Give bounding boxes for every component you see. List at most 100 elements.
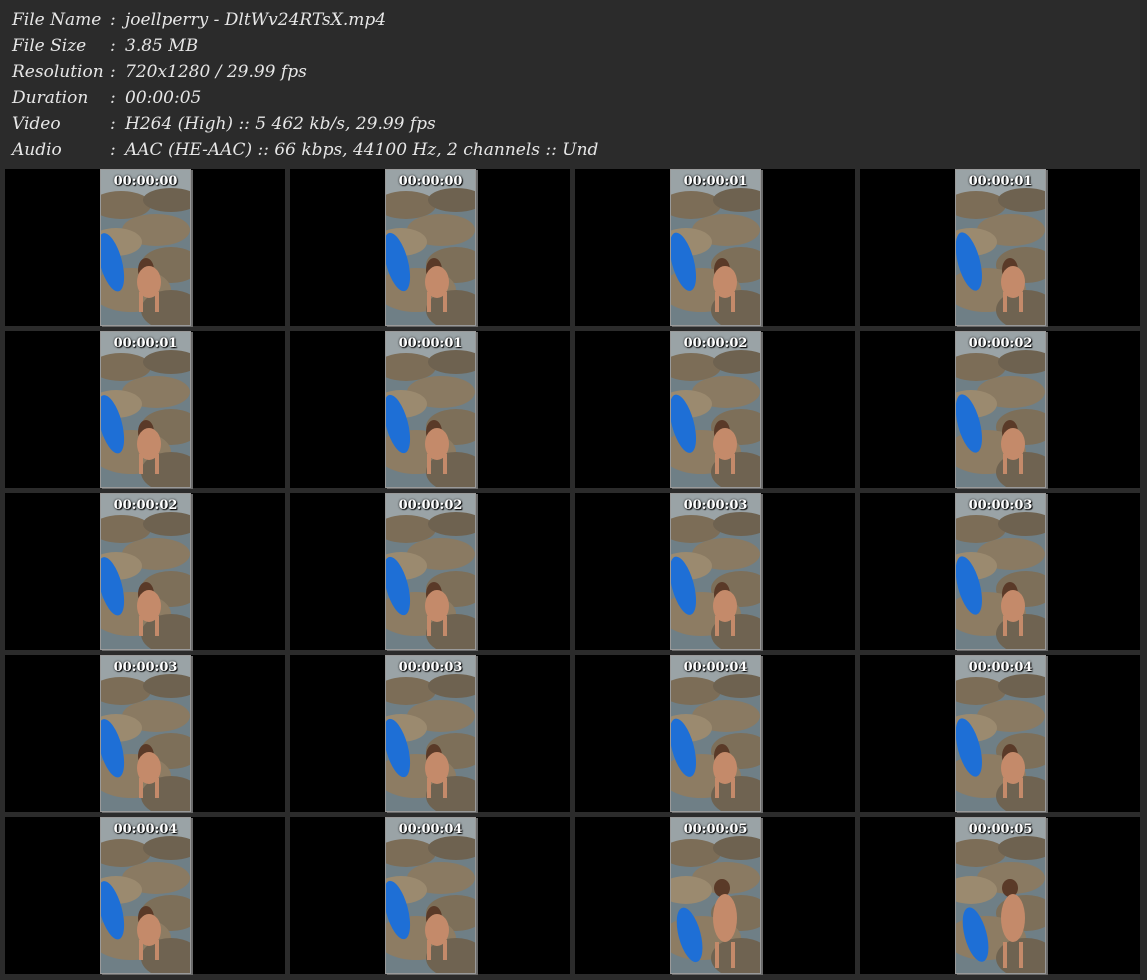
thumbnail-cell: 00:00:00: [5, 169, 285, 326]
timestamp-label: 00:00:04: [398, 822, 463, 837]
thumbnail-cell: 00:00:02: [860, 331, 1140, 488]
video-frame-image: [671, 818, 760, 973]
thumbnail-grid: 00:00:00 00:00:00 00:00:01 00:00:01 00:0…: [5, 169, 1142, 978]
timestamp-label: 00:00:03: [398, 660, 463, 675]
thumbnail-frame: 00:00:03: [385, 655, 476, 812]
thumbnail-frame: 00:00:04: [100, 817, 191, 974]
video-frame-image: [956, 818, 1045, 973]
video-frame-image: [386, 494, 475, 649]
thumbnail-cell: 00:00:02: [575, 331, 855, 488]
thumbnail-frame: 00:00:04: [385, 817, 476, 974]
timestamp-label: 00:00:03: [683, 498, 748, 513]
timestamp-label: 00:00:05: [968, 822, 1033, 837]
video-frame-image: [101, 818, 190, 973]
video-frame-image: [671, 332, 760, 487]
video-frame-image: [956, 170, 1045, 325]
info-separator: :: [110, 88, 116, 108]
video-frame-image: [956, 656, 1045, 811]
thumbnail-frame: 00:00:03: [100, 655, 191, 812]
info-key: Resolution: [12, 62, 104, 82]
thumbnail-cell: 00:00:05: [860, 817, 1140, 974]
thumbnail-cell: 00:00:03: [5, 655, 285, 812]
timestamp-label: 00:00:04: [113, 822, 178, 837]
video-frame-image: [101, 332, 190, 487]
info-separator: :: [110, 10, 116, 30]
info-key: Video: [12, 114, 61, 134]
thumbnail-frame: 00:00:02: [670, 331, 761, 488]
thumbnail-cell: 00:00:03: [290, 655, 570, 812]
thumbnail-cell: 00:00:01: [860, 169, 1140, 326]
timestamp-label: 00:00:02: [683, 336, 748, 351]
thumbnail-frame: 00:00:02: [385, 493, 476, 650]
file-info-panel: File Name: joellperry - DltWv24RTsX.mp4 Fi…: [0, 0, 1147, 168]
video-frame-image: [386, 332, 475, 487]
timestamp-label: 00:00:01: [968, 174, 1033, 189]
info-value: AAC (HE-AAC) :: 66 kbps, 44100 Hz, 2 cha…: [125, 140, 599, 160]
thumbnail-cell: 00:00:05: [575, 817, 855, 974]
thumbnail-cell: 00:00:00: [290, 169, 570, 326]
thumbnail-cell: 00:00:04: [5, 817, 285, 974]
info-separator: :: [110, 114, 116, 134]
video-frame-image: [671, 494, 760, 649]
thumbnail-frame: 00:00:01: [385, 331, 476, 488]
thumbnail-frame: 00:00:05: [670, 817, 761, 974]
thumbnail-cell: 00:00:03: [575, 493, 855, 650]
thumbnail-cell: 00:00:02: [5, 493, 285, 650]
timestamp-label: 00:00:02: [113, 498, 178, 513]
info-value: 720x1280 / 29.99 fps: [125, 62, 307, 82]
thumbnail-cell: 00:00:04: [290, 817, 570, 974]
timestamp-label: 00:00:01: [398, 336, 463, 351]
timestamp-label: 00:00:03: [113, 660, 178, 675]
video-frame-image: [956, 332, 1045, 487]
thumbnail-frame: 00:00:01: [670, 169, 761, 326]
thumbnail-cell: 00:00:04: [860, 655, 1140, 812]
timestamp-label: 00:00:01: [683, 174, 748, 189]
thumbnail-frame: 00:00:02: [955, 331, 1046, 488]
thumbnail-cell: 00:00:04: [575, 655, 855, 812]
timestamp-label: 00:00:02: [398, 498, 463, 513]
thumbnail-frame: 00:00:00: [100, 169, 191, 326]
info-key: Audio: [12, 140, 62, 160]
timestamp-label: 00:00:02: [968, 336, 1033, 351]
video-frame-image: [386, 818, 475, 973]
info-value: 3.85 MB: [125, 36, 199, 56]
thumbnail-frame: 00:00:01: [100, 331, 191, 488]
video-frame-image: [101, 656, 190, 811]
timestamp-label: 00:00:03: [968, 498, 1033, 513]
thumbnail-cell: 00:00:01: [290, 331, 570, 488]
timestamp-label: 00:00:04: [968, 660, 1033, 675]
timestamp-label: 00:00:01: [113, 336, 178, 351]
thumbnail-frame: 00:00:00: [385, 169, 476, 326]
video-frame-image: [956, 494, 1045, 649]
thumbnail-cell: 00:00:02: [290, 493, 570, 650]
timestamp-label: 00:00:00: [398, 174, 463, 189]
timestamp-label: 00:00:00: [113, 174, 178, 189]
info-key: File Name: [12, 10, 102, 30]
thumbnail-frame: 00:00:03: [955, 493, 1046, 650]
video-frame-image: [386, 170, 475, 325]
timestamp-label: 00:00:05: [683, 822, 748, 837]
video-frame-image: [671, 656, 760, 811]
video-frame-image: [386, 656, 475, 811]
timestamp-label: 00:00:04: [683, 660, 748, 675]
thumbnail-frame: 00:00:04: [955, 655, 1046, 812]
video-frame-image: [671, 170, 760, 325]
thumbnail-frame: 00:00:03: [670, 493, 761, 650]
thumbnail-cell: 00:00:01: [5, 331, 285, 488]
thumbnail-frame: 00:00:05: [955, 817, 1046, 974]
thumbnail-frame: 00:00:04: [670, 655, 761, 812]
info-separator: :: [110, 36, 116, 56]
info-value: joellperry - DltWv24RTsX.mp4: [125, 10, 387, 30]
thumbnail-cell: 00:00:03: [860, 493, 1140, 650]
info-value: H264 (High) :: 5 462 kb/s, 29.99 fps: [125, 114, 436, 134]
info-value: 00:00:05: [125, 88, 202, 108]
info-key: Duration: [12, 88, 89, 108]
video-frame-image: [101, 494, 190, 649]
info-separator: :: [110, 140, 116, 160]
thumbnail-frame: 00:00:01: [955, 169, 1046, 326]
video-frame-image: [101, 170, 190, 325]
thumbnail-frame: 00:00:02: [100, 493, 191, 650]
info-key: File Size: [12, 36, 87, 56]
thumbnail-cell: 00:00:01: [575, 169, 855, 326]
info-separator: :: [110, 62, 116, 82]
